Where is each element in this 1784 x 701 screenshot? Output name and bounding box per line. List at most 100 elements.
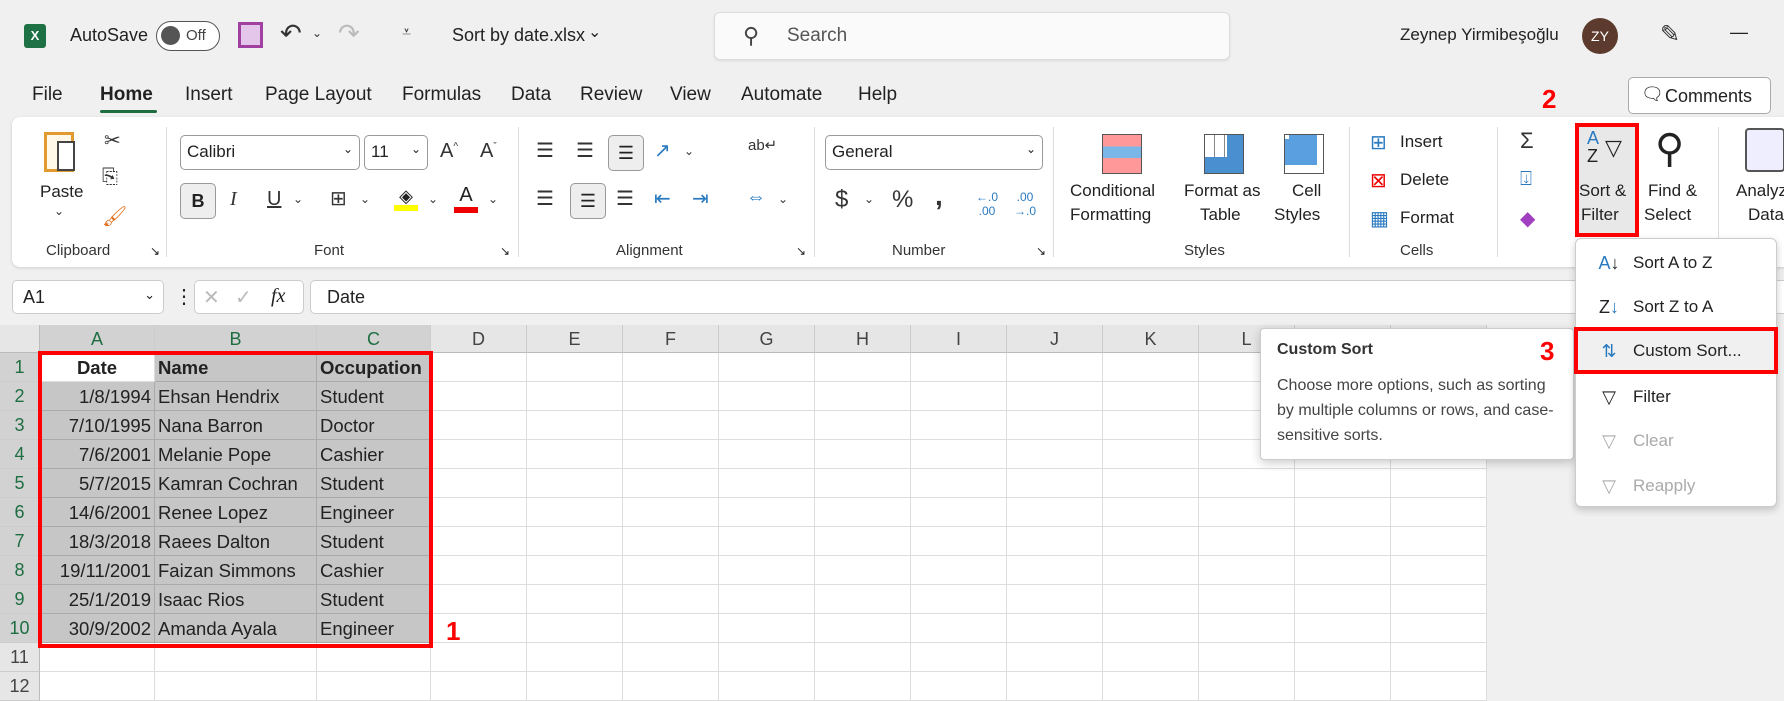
row-header-12[interactable]: 12 [0,672,40,701]
row-header-8[interactable]: 8 [0,556,40,585]
tab-page-layout[interactable]: Page Layout [265,84,372,106]
font-launcher-icon[interactable]: ↘ [500,244,510,258]
cell[interactable] [1391,643,1487,672]
tab-data[interactable]: Data [511,84,551,106]
column-header-G[interactable]: G [719,325,815,353]
align-center-button[interactable]: ☰ [570,183,606,219]
cell[interactable] [911,382,1007,411]
clipboard-launcher-icon[interactable]: ↘ [150,244,160,258]
cell[interactable] [1103,411,1199,440]
redo-icon[interactable]: ↷ [338,18,360,49]
cell[interactable] [1007,527,1103,556]
name-box[interactable]: A1 ⌄ [12,280,164,314]
top-align-icon[interactable]: ☰ [536,138,554,163]
minimize-button[interactable]: — [1730,22,1748,43]
currency-dropdown-icon[interactable]: ⌄ [864,192,874,206]
cell[interactable] [1199,614,1295,643]
cell[interactable] [431,585,527,614]
format-as-table-label-1[interactable]: Format as [1184,179,1261,203]
cell[interactable] [719,643,815,672]
conditional-formatting-icon[interactable] [1102,134,1142,174]
insert-cells-icon[interactable]: ⊞ [1370,130,1387,155]
tab-file[interactable]: File [32,84,63,106]
cell[interactable] [911,672,1007,701]
cell[interactable] [911,527,1007,556]
cell[interactable] [911,556,1007,585]
insert-cells-label[interactable]: Insert [1400,130,1443,154]
column-header-B[interactable]: B [155,325,317,353]
delete-cells-icon[interactable]: ⊠ [1370,168,1387,193]
decrease-font-icon[interactable]: Aˇ [480,140,497,163]
cell[interactable] [1295,527,1391,556]
comments-button[interactable]: 🗨 Comments [1628,77,1771,114]
cell[interactable] [719,614,815,643]
cell[interactable] [1391,527,1487,556]
row-header-7[interactable]: 7 [0,527,40,556]
cell[interactable] [815,614,911,643]
column-header-I[interactable]: I [911,325,1007,353]
cell[interactable] [1199,643,1295,672]
cell[interactable] [317,672,431,701]
menu-item-filter[interactable]: ▽ Filter [1576,375,1776,419]
cell[interactable] [1007,556,1103,585]
cell[interactable] [1391,469,1487,498]
cell[interactable] [1295,614,1391,643]
paste-label[interactable]: Paste [40,180,83,204]
cell[interactable] [815,527,911,556]
bottom-align-button[interactable]: ☰ [608,135,644,171]
cell[interactable] [623,614,719,643]
cell[interactable] [719,556,815,585]
cell[interactable] [431,672,527,701]
cell[interactable] [1103,440,1199,469]
autosave-toggle[interactable]: Off [156,21,220,51]
column-header-H[interactable]: H [815,325,911,353]
borders-dropdown-icon[interactable]: ⌄ [360,192,370,206]
number-launcher-icon[interactable]: ↘ [1036,244,1046,258]
formula-input[interactable]: Date [310,280,1784,314]
cell[interactable] [911,411,1007,440]
italic-button[interactable]: I [230,188,237,211]
conditional-formatting-label-1[interactable]: Conditional [1070,179,1155,203]
cell[interactable] [1007,411,1103,440]
cell[interactable] [1007,614,1103,643]
cell[interactable] [623,672,719,701]
tab-view[interactable]: View [670,84,711,106]
cell[interactable] [719,353,815,382]
percent-button[interactable]: % [892,186,913,214]
row-header-6[interactable]: 6 [0,498,40,527]
column-header-D[interactable]: D [431,325,527,353]
cell[interactable] [527,353,623,382]
cell[interactable] [911,498,1007,527]
cell-styles-label-2[interactable]: Styles [1274,203,1320,227]
undo-dropdown-icon[interactable]: ⌄ [312,26,322,40]
cell[interactable] [719,527,815,556]
cell[interactable] [719,382,815,411]
row-header-2[interactable]: 2 [0,382,40,411]
cell[interactable] [1103,672,1199,701]
cell[interactable] [815,469,911,498]
cell[interactable] [815,556,911,585]
font-size-select[interactable]: 11 ⌄ [364,135,428,170]
cell[interactable] [431,411,527,440]
cell[interactable] [719,498,815,527]
column-header-K[interactable]: K [1103,325,1199,353]
cell[interactable] [1007,585,1103,614]
cell[interactable] [623,527,719,556]
cell[interactable] [911,614,1007,643]
cell[interactable] [1103,585,1199,614]
cell[interactable] [527,382,623,411]
analyze-data-label-2[interactable]: Data [1748,203,1784,227]
cell[interactable] [1391,498,1487,527]
cell[interactable] [719,469,815,498]
cell[interactable] [527,498,623,527]
customize-qat-icon[interactable]: ⩡ [402,24,411,42]
cell[interactable] [1103,498,1199,527]
cell[interactable] [431,382,527,411]
cell[interactable] [1103,382,1199,411]
cell[interactable] [1199,527,1295,556]
cell[interactable] [815,585,911,614]
cell[interactable] [527,614,623,643]
user-name[interactable]: Zeynep Yirmibeşoğlu [1400,25,1559,45]
find-select-icon[interactable]: ⚲ [1655,126,1684,172]
copy-icon[interactable]: ⎘ [102,166,118,189]
